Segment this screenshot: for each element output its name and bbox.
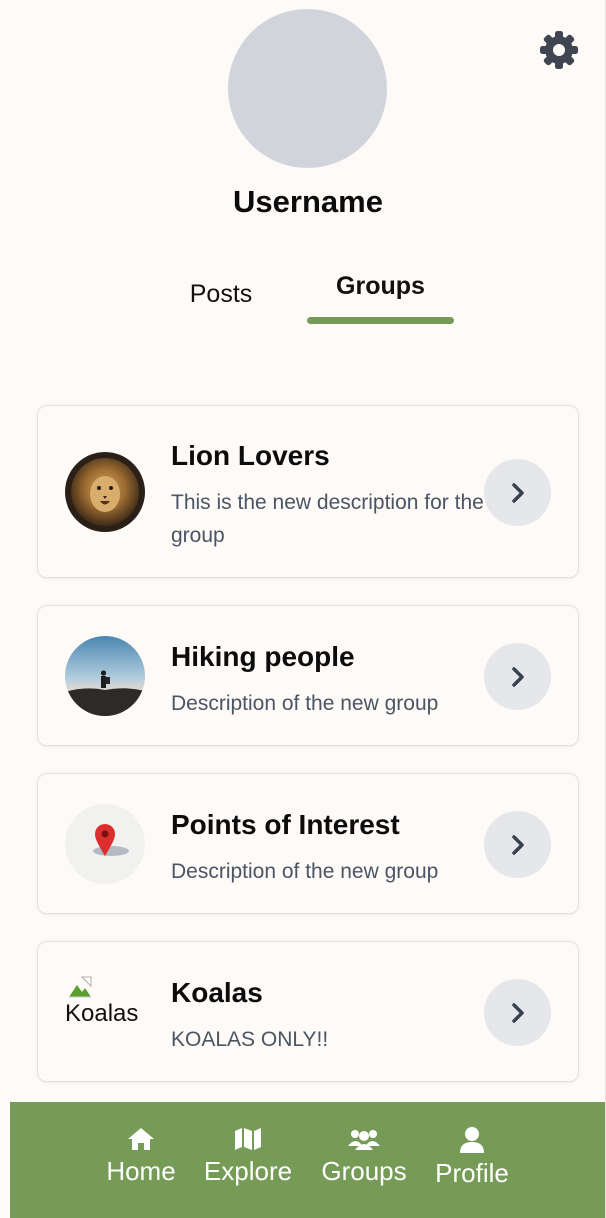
thumbnail-alt-text: Koalas [65, 1000, 139, 1027]
nav-label: Home [106, 1156, 176, 1186]
tab-groups[interactable]: Groups [307, 256, 454, 316]
group-thumbnail: Koalas [65, 976, 151, 1036]
settings-button[interactable] [537, 28, 581, 72]
nav-label: Explore [203, 1156, 293, 1186]
chevron-right-icon [511, 834, 524, 855]
gear-icon [540, 31, 578, 69]
group-card-lion-lovers[interactable]: Lion Lovers This is the new description … [37, 405, 579, 578]
profile-screen: Username Posts Groups Lion Lovers This i… [0, 0, 606, 1218]
bottom-nav: Home Explore Groups Profile [10, 1102, 605, 1218]
group-description: Description of the new group [171, 692, 439, 715]
group-thumbnail [65, 636, 145, 716]
group-name: Hiking people [171, 641, 355, 672]
broken-image-icon [69, 976, 92, 998]
lion-photo [65, 452, 145, 532]
nav-label: Profile [435, 1158, 509, 1188]
group-thumbnail [65, 804, 145, 884]
group-name: Points of Interest [171, 809, 400, 840]
open-group-button[interactable] [484, 979, 551, 1046]
chevron-right-icon [511, 1002, 524, 1023]
nav-label: Groups [321, 1156, 407, 1186]
user-icon [460, 1127, 484, 1153]
group-name: Koalas [171, 977, 263, 1008]
active-tab-indicator [307, 317, 454, 324]
nav-item-explore[interactable]: Explore [202, 1126, 294, 1196]
nav-item-groups[interactable]: Groups [319, 1126, 409, 1196]
nav-item-home[interactable]: Home [105, 1126, 177, 1196]
username: Username [233, 184, 383, 219]
home-icon [128, 1128, 154, 1150]
open-group-button[interactable] [484, 811, 551, 878]
profile-tabs: Posts Groups [0, 262, 605, 332]
group-description: KOALAS ONLY!! [171, 1028, 329, 1051]
group-name: Lion Lovers [171, 440, 330, 471]
chevron-right-icon [511, 666, 524, 687]
map-pin-icon [93, 824, 129, 856]
group-card-koalas[interactable]: Koalas Koalas KOALAS ONLY!! [37, 941, 579, 1082]
map-icon [235, 1128, 261, 1150]
open-group-button[interactable] [484, 459, 551, 526]
hiker-photo [65, 636, 145, 716]
users-icon [348, 1130, 380, 1150]
group-description: This is the new description for the grou… [171, 491, 484, 547]
open-group-button[interactable] [484, 643, 551, 710]
avatar[interactable] [228, 9, 387, 168]
chevron-right-icon [511, 482, 524, 503]
nav-item-profile[interactable]: Profile [431, 1126, 513, 1196]
group-card-hiking-people[interactable]: Hiking people Description of the new gro… [37, 605, 579, 746]
tab-posts[interactable]: Posts [168, 264, 274, 324]
group-description: Description of the new group [171, 860, 439, 883]
group-card-points-of-interest[interactable]: Points of Interest Description of the ne… [37, 773, 579, 914]
group-thumbnail [65, 452, 145, 532]
